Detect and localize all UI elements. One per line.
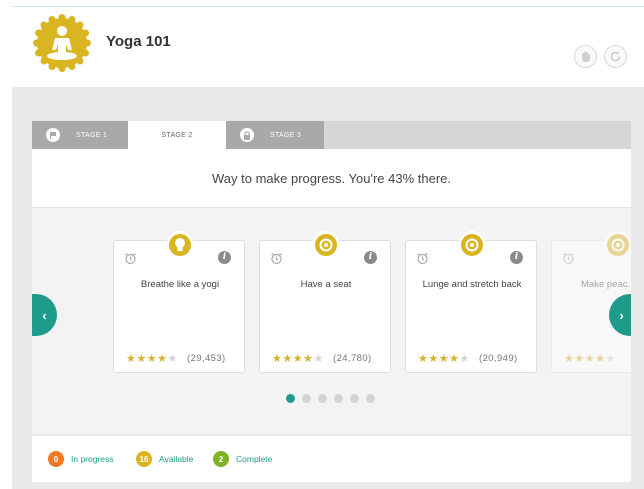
info-icon[interactable]: i: [510, 251, 523, 264]
tab-stage-2[interactable]: STAGE 2: [128, 121, 226, 149]
legend-label: In progress: [71, 454, 114, 464]
progress-message: Way to make progress. You're 43% there.: [211, 171, 451, 186]
stage-tabs: STAGE 1 STAGE 2 STAGE 3: [32, 121, 631, 149]
carousel-pagination: [286, 394, 375, 403]
hand-icon: [582, 51, 590, 62]
rating-count: (20,949): [479, 353, 518, 364]
chevron-right-icon: ›: [619, 307, 624, 323]
legend-count: 16: [136, 451, 152, 467]
pagination-dot[interactable]: [318, 394, 327, 403]
target-icon: [604, 231, 631, 259]
target-icon: [312, 231, 340, 259]
pagination-dot[interactable]: [366, 394, 375, 403]
lightbulb-icon: [166, 231, 194, 259]
legend-count: 0: [48, 451, 64, 467]
info-icon[interactable]: i: [218, 251, 231, 264]
alarm-clock-icon: [271, 253, 282, 265]
alarm-clock-icon: [125, 253, 136, 265]
tab-label: STAGE 1: [76, 131, 108, 139]
lesson-card[interactable]: i Have a seat ★★★★★ (24,780): [259, 231, 391, 373]
lesson-card[interactable]: i Breathe like a yogi ★★★★★ (29,453): [113, 231, 245, 373]
refresh-icon: [610, 51, 621, 62]
info-icon[interactable]: i: [364, 251, 377, 264]
pagination-dot[interactable]: [286, 394, 295, 403]
star-rating: ★★★★★: [564, 353, 616, 365]
status-legend: 0 In progress 16 Available 2 Complete: [32, 436, 631, 482]
flag-icon: [46, 128, 60, 142]
alarm-clock-icon: [417, 253, 428, 265]
pagination-dot[interactable]: [334, 394, 343, 403]
tab-label: STAGE 3: [270, 131, 302, 139]
tab-stage-1[interactable]: STAGE 1: [32, 121, 128, 149]
app-title: Yoga 101: [106, 33, 171, 50]
lock-icon: [240, 128, 254, 142]
lesson-title: Breathe like a yogi: [140, 279, 220, 290]
rating-count: (29,453): [187, 353, 226, 364]
hand-button[interactable]: [574, 45, 597, 68]
legend-label: Complete: [236, 454, 273, 464]
rating-count: (24,780): [333, 353, 372, 364]
target-icon: [458, 231, 486, 259]
pagination-dot[interactable]: [350, 394, 359, 403]
lesson-carousel: i Breathe like a yogi ★★★★★ (29,453) i H…: [32, 208, 631, 434]
carousel-prev-button[interactable]: ‹: [32, 294, 57, 336]
progress-banner: Way to make progress. You're 43% there.: [32, 149, 631, 208]
lesson-title: Have a seat: [300, 279, 352, 290]
tab-stage-3[interactable]: STAGE 3: [226, 121, 324, 149]
yoga-logo-icon: [33, 14, 91, 72]
star-rating: ★★★★★: [272, 353, 324, 365]
chevron-left-icon: ‹: [42, 307, 47, 323]
tab-label: STAGE 2: [161, 131, 193, 139]
lesson-card[interactable]: i Lunge and stretch back ★★★★★ (20,949): [405, 231, 537, 373]
pagination-dot[interactable]: [302, 394, 311, 403]
legend-label: Available: [159, 454, 194, 464]
alarm-clock-icon: [563, 253, 574, 265]
refresh-button[interactable]: [604, 45, 627, 68]
star-rating: ★★★★★: [418, 353, 470, 365]
star-rating: ★★★★★: [126, 353, 178, 365]
legend-count: 2: [213, 451, 229, 467]
lesson-title: Lunge and stretch back: [422, 279, 522, 290]
legend-complete[interactable]: 2 Complete: [213, 451, 272, 467]
legend-in-progress[interactable]: 0 In progress: [48, 451, 114, 467]
legend-available[interactable]: 16 Available: [136, 451, 193, 467]
lesson-title: Make peac... wi...: [581, 279, 631, 290]
